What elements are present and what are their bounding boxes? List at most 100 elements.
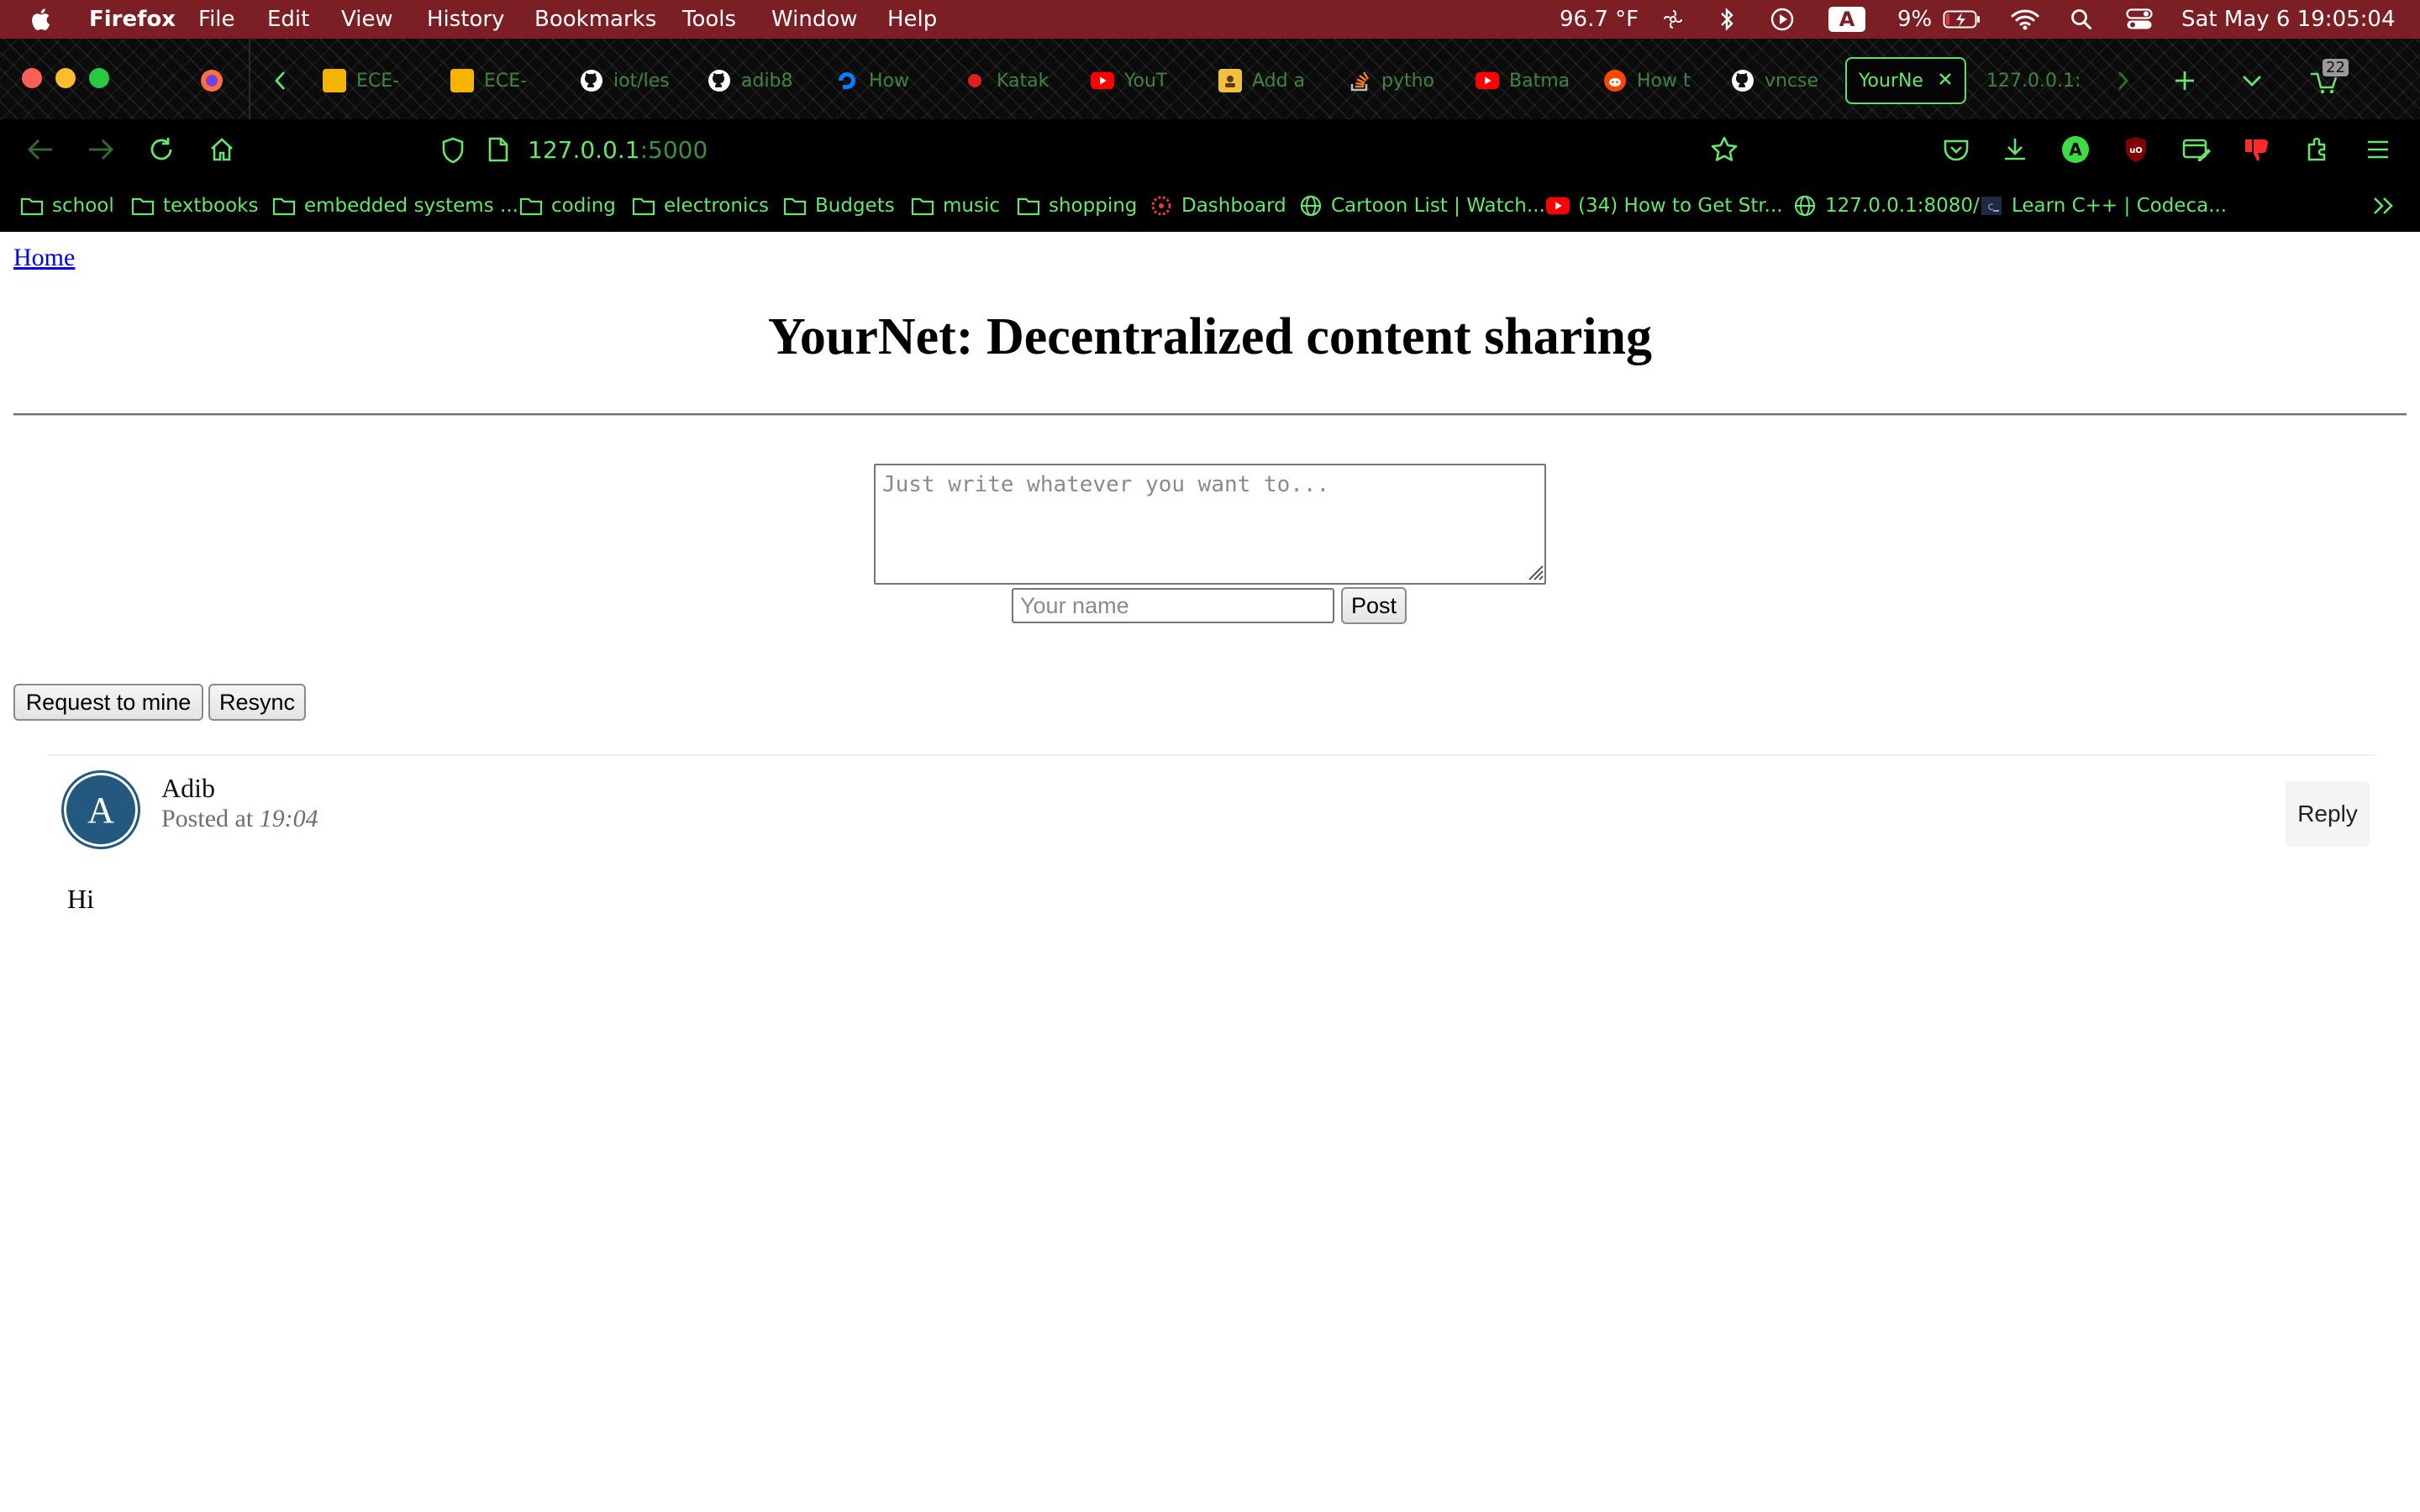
url-text[interactable]: 127.0.0.1:5000 xyxy=(528,136,708,164)
return-youtube-dislike-icon[interactable] xyxy=(2238,131,2275,168)
tab-strip: ECE- ECE- iot/les adib8 How Katak YouT A… xyxy=(0,39,2420,119)
account-avatar-icon[interactable]: A xyxy=(2057,131,2094,168)
bookmark-folder-textbooks[interactable]: textbooks xyxy=(131,192,258,220)
control-center-icon[interactable] xyxy=(2124,7,2154,32)
bookmark-star-icon[interactable] xyxy=(1709,134,1739,168)
bookmark-label: school xyxy=(52,195,114,217)
menu-history[interactable]: History xyxy=(427,0,505,39)
tab[interactable]: ECE- xyxy=(323,57,432,104)
app-menu-icon[interactable] xyxy=(2360,131,2396,168)
close-window-button[interactable] xyxy=(22,68,42,88)
bookmark-localhost-8080[interactable]: 127.0.0.1:8080/ xyxy=(1793,192,1980,220)
tab[interactable]: vncse xyxy=(1731,57,1840,104)
app-name[interactable]: Firefox xyxy=(89,0,176,39)
pocket-icon[interactable] xyxy=(1938,131,1975,168)
scroll-tabs-right-icon[interactable] xyxy=(2107,62,2138,99)
input-source-icon[interactable]: A xyxy=(1828,7,1865,32)
menu-file[interactable]: File xyxy=(198,0,235,39)
menu-view[interactable]: View xyxy=(341,0,393,39)
menu-bookmarks[interactable]: Bookmarks xyxy=(534,0,656,39)
textarea-resize-handle[interactable] xyxy=(1523,559,1544,581)
apple-menu-icon[interactable] xyxy=(30,0,54,39)
url-bar[interactable]: 127.0.0.1:5000 xyxy=(427,128,1754,171)
tab[interactable]: Add a xyxy=(1218,57,1328,104)
list-all-tabs-icon[interactable] xyxy=(2235,62,2269,99)
resync-button[interactable]: Resync xyxy=(208,684,306,721)
tab-label: YourNe xyxy=(1859,70,1923,92)
play-icon[interactable] xyxy=(1768,7,1797,32)
bookmark-folder-embedded-systems[interactable]: embedded systems ... xyxy=(272,192,518,220)
post-button[interactable]: Post xyxy=(1341,587,1407,624)
github-icon xyxy=(1731,69,1754,92)
codecademy-icon: c xyxy=(1980,194,2003,218)
bookmark-folder-coding[interactable]: coding xyxy=(519,192,616,220)
tab[interactable]: How t xyxy=(1603,57,1712,104)
bookmark-folder-electronics[interactable]: electronics xyxy=(632,192,769,220)
menu-tools[interactable]: Tools xyxy=(682,0,736,39)
stackoverflow-icon xyxy=(1348,69,1371,92)
bookmark-cartoon-list[interactable]: Cartoon List | Watch... xyxy=(1299,192,1545,220)
author-name-input[interactable] xyxy=(1012,588,1334,623)
spotlight-search-icon[interactable] xyxy=(2069,7,2094,32)
request-to-mine-button[interactable]: Request to mine xyxy=(13,684,203,721)
tab[interactable]: Batma xyxy=(1476,57,1585,104)
tab[interactable]: YouT xyxy=(1091,57,1200,104)
tracking-protection-shield-icon[interactable] xyxy=(440,136,466,168)
wifi-icon[interactable] xyxy=(2010,7,2040,32)
downloads-icon[interactable] xyxy=(1996,131,2033,168)
posted-prefix: Posted at xyxy=(161,805,260,832)
tab[interactable]: Katak xyxy=(963,57,1072,104)
tab[interactable]: 127.0.0.1: xyxy=(1986,57,2082,104)
scroll-tabs-left-icon[interactable] xyxy=(266,62,296,99)
youtube-icon xyxy=(1546,194,1570,218)
menu-help[interactable]: Help xyxy=(887,0,937,39)
more-bookmarks-chevron-icon[interactable] xyxy=(2371,192,2396,220)
digitalocean-icon xyxy=(835,69,859,92)
bookmark-label: (34) How to Get Str... xyxy=(1578,195,1783,217)
zoom-window-button[interactable] xyxy=(89,68,109,88)
bookmark-folder-shopping[interactable]: shopping xyxy=(1017,192,1137,220)
tab[interactable]: How xyxy=(835,57,944,104)
close-tab-icon[interactable] xyxy=(1938,71,1953,92)
bookmark-folder-music[interactable]: music xyxy=(911,192,1000,220)
bluetooth-icon[interactable] xyxy=(1714,7,1739,32)
tab-label: iot/les xyxy=(613,70,670,92)
battery-charging-icon[interactable] xyxy=(1941,7,1983,32)
bookmark-label: 127.0.0.1:8080/ xyxy=(1825,195,1980,217)
page-info-icon[interactable] xyxy=(487,136,509,166)
menu-window[interactable]: Window xyxy=(771,0,858,39)
fan-icon[interactable] xyxy=(1660,7,1686,32)
bookmark-dashboard[interactable]: Dashboard xyxy=(1150,192,1286,220)
reply-button[interactable]: Reply xyxy=(2286,781,2370,847)
bookmark-label: textbooks xyxy=(163,195,259,217)
bookmark-folder-budgets[interactable]: Budgets xyxy=(783,192,895,220)
reload-button[interactable] xyxy=(143,131,180,168)
bookmark-learn-cpp[interactable]: c Learn C++ | Codeca... xyxy=(1980,192,2227,220)
extensions-icon[interactable] xyxy=(2299,131,2336,168)
tab-divider xyxy=(249,39,250,119)
new-tab-icon[interactable] xyxy=(2168,62,2202,99)
temperature-status[interactable]: 96.7 °F xyxy=(1560,0,1639,39)
clock[interactable]: Sat May 6 19:05:04 xyxy=(2181,0,2396,39)
menu-edit[interactable]: Edit xyxy=(267,0,309,39)
tab[interactable]: ECE- xyxy=(450,57,560,104)
tab[interactable]: pytho xyxy=(1348,57,1457,104)
forward-button[interactable] xyxy=(82,131,119,168)
firefox-view-icon[interactable] xyxy=(195,62,229,99)
screenshot-edit-icon[interactable] xyxy=(2178,131,2215,168)
tab[interactable]: iot/les xyxy=(580,57,689,104)
youtube-icon xyxy=(1476,69,1499,92)
tab-active[interactable]: YourNe xyxy=(1845,57,1966,104)
home-link[interactable]: Home xyxy=(13,244,75,272)
tab-label: Add a xyxy=(1252,70,1306,92)
bookmark-youtube-video[interactable]: (34) How to Get Str... xyxy=(1546,192,1783,220)
tab-counter-icon[interactable]: 22 xyxy=(2301,59,2349,99)
home-button[interactable] xyxy=(203,131,240,168)
tab[interactable]: adib8 xyxy=(708,57,817,104)
folder-icon xyxy=(272,194,296,218)
bookmark-folder-school[interactable]: school xyxy=(20,192,114,220)
ublock-origin-icon[interactable]: uO xyxy=(2118,131,2154,168)
post-content-textarea[interactable] xyxy=(874,464,1546,585)
minimize-window-button[interactable] xyxy=(55,68,76,88)
back-button[interactable] xyxy=(22,131,59,168)
